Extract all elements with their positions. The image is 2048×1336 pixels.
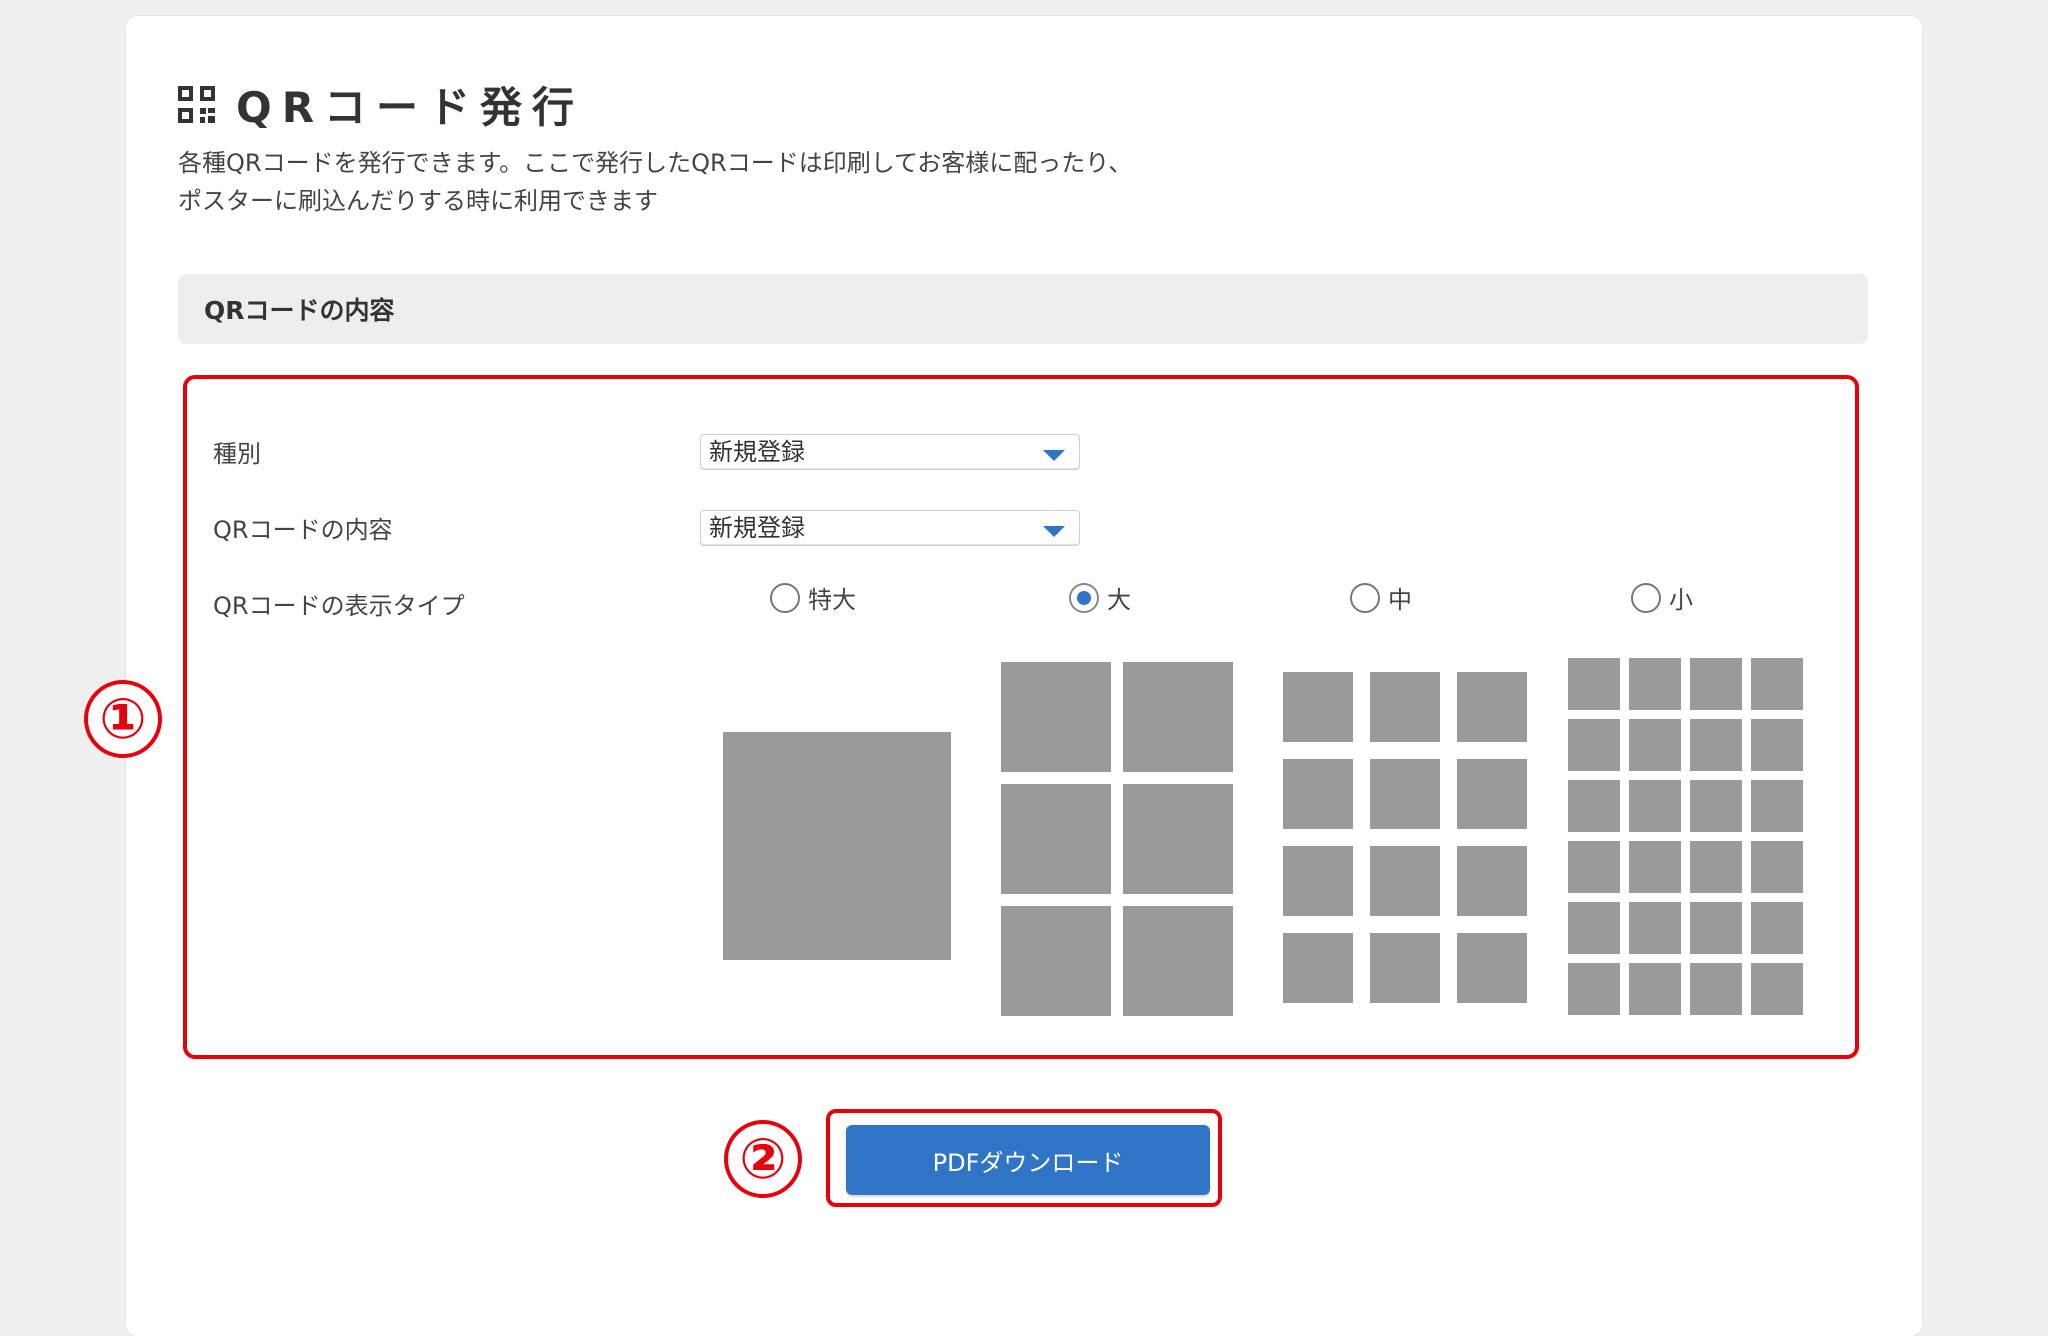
qr-preview-tile	[1457, 672, 1527, 742]
qr-preview-tile	[1629, 658, 1681, 710]
qr-preview-tile	[1568, 780, 1620, 832]
qr-preview-tile	[1568, 658, 1620, 710]
qr-preview-tile	[1629, 902, 1681, 954]
qr-preview-tile	[1629, 719, 1681, 771]
qr-preview-tile	[1690, 902, 1742, 954]
type-select-value: 新規登録	[709, 438, 805, 466]
qr-preview-tile	[1690, 963, 1742, 1015]
radio-circle[interactable]	[1350, 582, 1380, 613]
qr-preview-tile	[1283, 759, 1353, 829]
qr-preview-tile	[1457, 759, 1527, 829]
radio-option-m[interactable]: 中	[1350, 580, 1412, 615]
qr-preview-tile	[1751, 902, 1803, 954]
qr-preview-tile	[1690, 719, 1742, 771]
caret-down-icon	[1043, 526, 1065, 537]
type-select[interactable]: 新規登録	[700, 434, 1080, 470]
qr-preview-tile	[1568, 902, 1620, 954]
radio-circle[interactable]	[1631, 582, 1661, 613]
qr-preview-tile	[1370, 933, 1440, 1003]
qr-preview-tile	[1370, 672, 1440, 742]
qr-preview-tile	[1370, 846, 1440, 916]
qr-preview-tile	[1001, 906, 1111, 1016]
qr-preview-tile	[1283, 846, 1353, 916]
qr-preview-tile	[1568, 963, 1620, 1015]
qr-issue-card: QRコード発行 各種QRコードを発行できます。ここで発行したQRコードは印刷して…	[126, 16, 1922, 1336]
type-label: 種別	[213, 440, 261, 468]
page-title: QRコード発行	[236, 83, 585, 132]
radio-label: 大	[1107, 586, 1131, 614]
radio-circle[interactable]	[770, 582, 800, 613]
description-line: ポスターに刷込んだりする時に利用できます	[178, 187, 658, 215]
qr-preview-tile	[1457, 846, 1527, 916]
annotation-marker-1: ①	[84, 680, 162, 758]
qr-preview-tile	[1629, 841, 1681, 893]
radio-option-s[interactable]: 小	[1631, 580, 1693, 615]
qr-preview-tile	[1283, 933, 1353, 1003]
qr-preview-tile	[1001, 784, 1111, 894]
qr-preview-tile	[1751, 780, 1803, 832]
qr-preview-tile	[1751, 841, 1803, 893]
qr-preview-tile	[1123, 784, 1233, 894]
pdf-download-button[interactable]: PDFダウンロード	[846, 1125, 1210, 1195]
qr-preview-tile	[1690, 841, 1742, 893]
display-type-label: QRコードの表示タイプ	[213, 592, 465, 620]
qr-code-icon	[178, 85, 215, 123]
qr-preview-tile	[1690, 780, 1742, 832]
qr-preview-tile	[1629, 780, 1681, 832]
radio-label: 中	[1388, 586, 1412, 614]
qr-preview-tile	[1568, 719, 1620, 771]
content-select[interactable]: 新規登録	[700, 510, 1080, 546]
qr-preview-tile	[1690, 658, 1742, 710]
qr-preview-tile	[1283, 672, 1353, 742]
title-row: QRコード発行	[178, 74, 584, 135]
radio-circle-selected[interactable]	[1069, 582, 1099, 613]
page-description: 各種QRコードを発行できます。ここで発行したQRコードは印刷してお客様に配ったり…	[178, 144, 1132, 220]
content-select-value: 新規登録	[709, 514, 805, 542]
radio-option-xl[interactable]: 特大	[770, 580, 856, 615]
description-line: 各種QRコードを発行できます。ここで発行したQRコードは印刷してお客様に配ったり…	[178, 149, 1133, 177]
qr-preview-tile	[1568, 841, 1620, 893]
qr-preview-tile	[1123, 906, 1233, 1016]
radio-option-l[interactable]: 大	[1069, 580, 1131, 615]
section-header: QRコードの内容	[178, 274, 1868, 344]
content-label: QRコードの内容	[213, 516, 393, 544]
qr-preview-tile	[1457, 933, 1527, 1003]
qr-preview-tile	[1751, 658, 1803, 710]
qr-preview-tile	[723, 732, 951, 960]
qr-preview-tile	[1629, 963, 1681, 1015]
qr-preview-tile	[1751, 719, 1803, 771]
qr-preview-tile	[1001, 662, 1111, 772]
qr-preview-tile	[1370, 759, 1440, 829]
radio-label: 小	[1669, 586, 1693, 614]
annotation-box-2: PDFダウンロード	[826, 1109, 1222, 1207]
caret-down-icon	[1043, 450, 1065, 461]
qr-preview-tile	[1751, 963, 1803, 1015]
radio-label: 特大	[808, 586, 856, 614]
qr-preview-tile	[1123, 662, 1233, 772]
annotation-marker-2: ②	[724, 1120, 802, 1198]
